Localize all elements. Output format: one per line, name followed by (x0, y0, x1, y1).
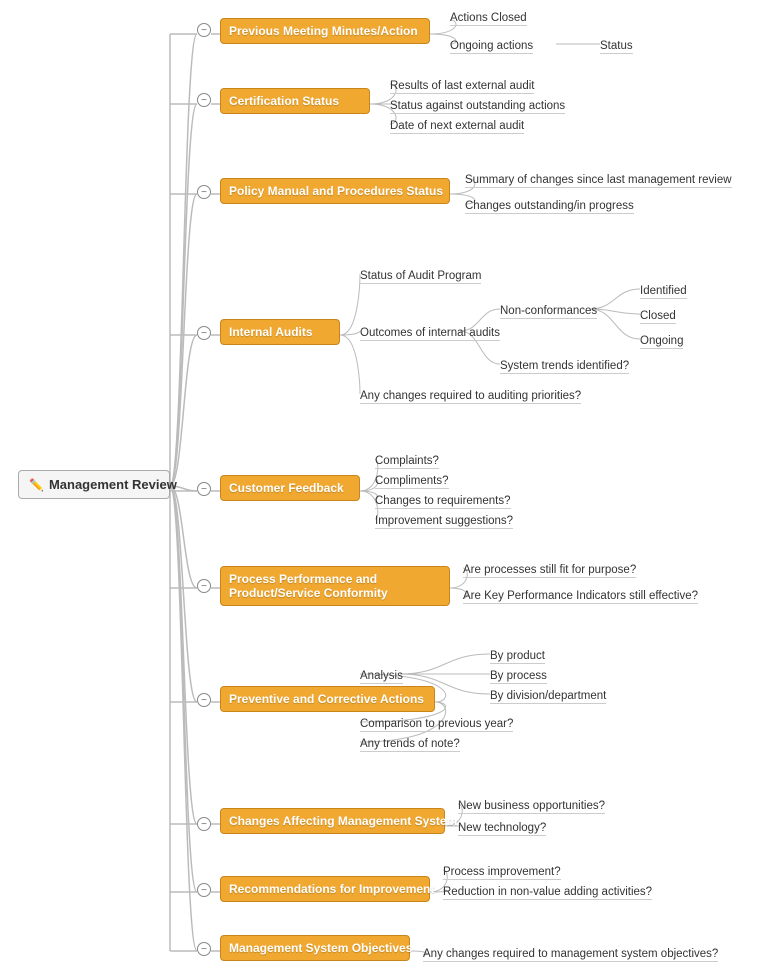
collapse-recommendations[interactable]: − (197, 883, 211, 897)
leaf-objectives-0: Any changes required to management syste… (423, 948, 718, 962)
branch-node-process: Process Performance and Product/Service … (220, 566, 450, 606)
leaf-prev-0: Actions Closed (450, 12, 527, 26)
leaf-process-0: Are processes still fit for purpose? (463, 564, 636, 578)
collapse-policy[interactable]: − (197, 185, 211, 199)
root-node: ✏️ Management Review (18, 470, 170, 499)
collapse-customer[interactable]: − (197, 482, 211, 496)
branch-node-audits: Internal Audits (220, 319, 340, 345)
root-label: Management Review (49, 477, 177, 492)
leaf-audits-2: Non-conformances (500, 305, 597, 319)
leaf-audits-1: Outcomes of internal audits (360, 327, 500, 341)
branch-node-recommendations: Recommendations for Improvement (220, 876, 430, 902)
leaf-customer-0: Complaints? (375, 455, 439, 469)
branch-node-preventive: Preventive and Corrective Actions (220, 686, 435, 712)
leaf-recommendations-1: Reduction in non-value adding activities… (443, 886, 652, 900)
leaf-customer-2: Changes to requirements? (375, 495, 511, 509)
leaf-preventive-0: Analysis (360, 670, 403, 684)
branch-node-cert: Certification Status (220, 88, 370, 114)
leaf-cert-2: Date of next external audit (390, 120, 524, 134)
leaf-recommendations-0: Process improvement? (443, 866, 561, 880)
branch-node-prev: Previous Meeting Minutes/Action (220, 18, 430, 44)
leaf-preventive-3: By division/department (490, 690, 606, 704)
collapse-prev[interactable]: − (197, 23, 211, 37)
leaf-prev-1: Ongoing actions (450, 40, 533, 54)
leaf-audits-3: Identified (640, 285, 687, 299)
leaf-audits-7: Any changes required to auditing priorit… (360, 390, 581, 404)
leaf-policy-0: Summary of changes since last management… (465, 174, 732, 188)
leaf-customer-1: Compliments? (375, 475, 449, 489)
branch-node-objectives: Management System Objectives (220, 935, 410, 961)
leaf-process-1: Are Key Performance Indicators still eff… (463, 590, 698, 604)
leaf-prev-2: Status (600, 40, 633, 54)
pencil-icon: ✏️ (29, 478, 44, 492)
leaf-policy-1: Changes outstanding/in progress (465, 200, 634, 214)
collapse-process[interactable]: − (197, 579, 211, 593)
leaf-preventive-5: Any trends of note? (360, 738, 460, 752)
leaf-changes-1: New technology? (458, 822, 546, 836)
branch-node-changes: Changes Affecting Management System (220, 808, 445, 834)
leaf-preventive-4: Comparison to previous year? (360, 718, 513, 732)
branch-node-customer: Customer Feedback (220, 475, 360, 501)
collapse-objectives[interactable]: − (197, 942, 211, 956)
mindmap-container: ✏️ Management Review Previous Meeting Mi… (0, 0, 768, 978)
collapse-changes[interactable]: − (197, 817, 211, 831)
leaf-cert-1: Status against outstanding actions (390, 100, 565, 114)
leaf-audits-0: Status of Audit Program (360, 270, 481, 284)
leaf-preventive-2: By process (490, 670, 547, 684)
leaf-customer-3: Improvement suggestions? (375, 515, 513, 529)
collapse-cert[interactable]: − (197, 93, 211, 107)
leaf-preventive-1: By product (490, 650, 545, 664)
branch-node-policy: Policy Manual and Procedures Status (220, 178, 450, 204)
collapse-preventive[interactable]: − (197, 693, 211, 707)
leaf-audits-5: Ongoing (640, 335, 683, 349)
leaf-cert-0: Results of last external audit (390, 80, 534, 94)
collapse-audits[interactable]: − (197, 326, 211, 340)
leaf-changes-0: New business opportunities? (458, 800, 605, 814)
leaf-audits-4: Closed (640, 310, 676, 324)
leaf-audits-6: System trends identified? (500, 360, 629, 374)
